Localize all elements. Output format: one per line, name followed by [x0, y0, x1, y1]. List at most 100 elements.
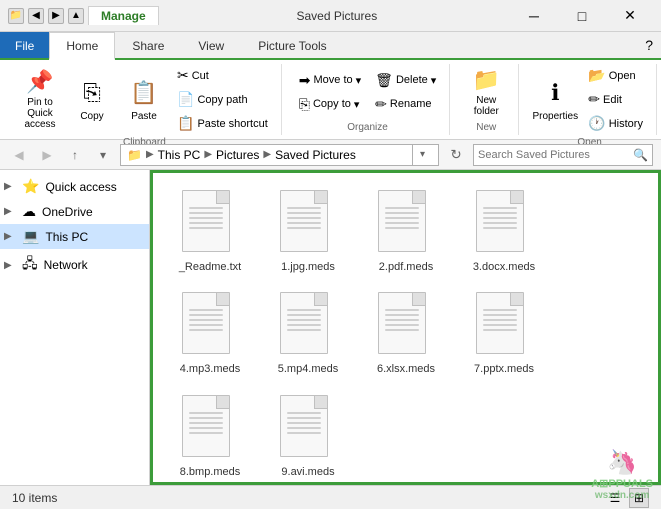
file-name: 4.mp3.meds	[180, 362, 241, 376]
file-name: 9.avi.meds	[281, 465, 334, 479]
tab-share[interactable]: Share	[115, 32, 181, 58]
network-label: Network	[44, 258, 88, 272]
view-controls: ☰ ⊞	[605, 488, 649, 508]
this-pc-chevron: ▶	[4, 231, 16, 242]
address-bar: ◀ ▶ ↑ ▾ 📁 ▶ This PC ▶ Pictures ▶ Saved P…	[0, 140, 661, 170]
this-pc-icon: 💻	[22, 228, 39, 245]
network-icon: 🖧	[22, 253, 38, 277]
status-bar: 10 items ☰ ⊞	[0, 485, 661, 509]
rename-button[interactable]: ✏ Rename	[370, 93, 441, 116]
copy-to-icon: ⎘	[299, 96, 310, 113]
path-saved-pictures: Saved Pictures	[275, 148, 356, 162]
new-folder-label: New folder	[465, 95, 507, 117]
forward-btn-title[interactable]: ▶	[48, 8, 64, 24]
properties-icon: ℹ	[539, 77, 571, 109]
pin-to-quick-access-button[interactable]: 📌 Pin to Quick access	[16, 72, 64, 128]
large-icon-view-button[interactable]: ⊞	[629, 488, 649, 508]
maximize-button[interactable]: □	[559, 2, 605, 30]
paste-label: Paste	[131, 111, 157, 122]
sidebar-item-this-pc[interactable]: ▶ 💻 This PC	[0, 224, 149, 249]
history-button[interactable]: 🕐 History	[583, 112, 648, 135]
copy-to-button[interactable]: ⎘ Copy to ▾	[294, 93, 366, 116]
copy-button[interactable]: ⎘ Copy	[68, 72, 116, 128]
delete-label: Delete	[396, 74, 428, 86]
file-item[interactable]: 8.bmp.meds	[165, 390, 255, 484]
edit-label: Edit	[603, 94, 622, 106]
file-name: 3.docx.meds	[473, 260, 535, 274]
quick-access-btn[interactable]: 📁	[8, 8, 24, 24]
file-icon	[280, 190, 336, 258]
open-small-buttons: 📂 Open ✏ Edit 🕐 History	[583, 64, 648, 135]
move-label: Move to	[314, 74, 353, 86]
file-icon	[182, 190, 238, 258]
address-path[interactable]: 📁 ▶ This PC ▶ Pictures ▶ Saved Pictures …	[120, 144, 439, 166]
sidebar-item-quick-access[interactable]: ▶ ⭐ Quick access	[0, 174, 149, 199]
file-item[interactable]: 9.avi.meds	[263, 390, 353, 484]
sidebar-item-onedrive[interactable]: ▶ ☁ OneDrive	[0, 199, 149, 224]
this-pc-label: This PC	[45, 230, 88, 244]
main-area: ▶ ⭐ Quick access ▶ ☁ OneDrive ▶ 💻 This P…	[0, 170, 661, 485]
file-icon	[182, 292, 238, 360]
manage-tab[interactable]: Manage	[88, 6, 159, 25]
file-item[interactable]: 6.xlsx.meds	[361, 287, 451, 381]
ribbon: 📌 Pin to Quick access ⎘ Copy 📋 Paste ✂ C…	[0, 60, 661, 140]
path-separator-2: ▶	[204, 149, 212, 160]
new-folder-icon: 📁	[470, 67, 502, 93]
copy-label: Copy	[80, 111, 103, 122]
minimize-button[interactable]: ─	[511, 2, 557, 30]
recent-button[interactable]: ▾	[92, 144, 114, 166]
tab-view[interactable]: View	[181, 32, 241, 58]
paste-shortcut-button[interactable]: 📋 Paste shortcut	[172, 112, 273, 135]
paste-shortcut-label: Paste shortcut	[197, 118, 267, 130]
file-item[interactable]: 7.pptx.meds	[459, 287, 549, 381]
cut-label: Cut	[192, 70, 209, 82]
details-view-button[interactable]: ☰	[605, 488, 625, 508]
path-dropdown-button[interactable]: ▾	[412, 144, 432, 166]
file-item[interactable]: 5.mp4.meds	[263, 287, 353, 381]
close-button[interactable]: ✕	[607, 2, 653, 30]
search-box[interactable]: 🔍	[473, 144, 653, 166]
cut-button[interactable]: ✂ Cut	[172, 64, 273, 87]
tab-home[interactable]: Home	[49, 32, 115, 60]
clipboard-buttons: 📌 Pin to Quick access ⎘ Copy 📋 Paste ✂ C…	[16, 64, 273, 135]
file-item[interactable]: 3.docx.meds	[459, 185, 549, 279]
help-icon[interactable]: ?	[645, 32, 661, 58]
file-item[interactable]: 4.mp3.meds	[165, 287, 255, 381]
refresh-button[interactable]: ↻	[445, 144, 467, 166]
paste-button[interactable]: 📋 Paste	[120, 72, 168, 128]
history-label: History	[609, 118, 643, 130]
clipboard-small-buttons: ✂ Cut 📄 Copy path 📋 Paste shortcut	[172, 64, 273, 135]
window-title: Saved Pictures	[163, 9, 511, 23]
pin-label: Pin to Quick access	[19, 97, 61, 130]
paste-icon: 📋	[128, 77, 160, 109]
ribbon-group-organize: ➡ Move to ▾ ⎘ Copy to ▾ 🗑 Delete ▾ ✏	[286, 64, 451, 135]
ribbon-group-open: ℹ Properties 📂 Open ✏ Edit 🕐 History Ope…	[523, 64, 657, 135]
rename-icon: ✏	[375, 96, 387, 113]
file-item[interactable]: 1.jpg.meds	[263, 185, 353, 279]
up-button[interactable]: ↑	[64, 144, 86, 166]
forward-button[interactable]: ▶	[36, 144, 58, 166]
edit-button[interactable]: ✏ Edit	[583, 88, 648, 111]
tab-picture-tools[interactable]: Picture Tools	[241, 32, 343, 58]
move-icon: ➡	[299, 72, 311, 89]
search-input[interactable]	[478, 149, 629, 161]
delete-button[interactable]: 🗑 Delete ▾	[370, 69, 441, 92]
file-item[interactable]: _Readme.txt	[165, 185, 255, 279]
file-page-icon	[378, 292, 426, 354]
new-folder-button[interactable]: 📁 New folder	[462, 64, 510, 120]
file-item[interactable]: 2.pdf.meds	[361, 185, 451, 279]
sidebar-item-network[interactable]: ▶ 🖧 Network	[0, 249, 149, 281]
organize-label: Organize	[347, 122, 388, 135]
back-btn-title[interactable]: ◀	[28, 8, 44, 24]
tab-file[interactable]: File	[0, 32, 49, 58]
move-to-button[interactable]: ➡ Move to ▾	[294, 69, 366, 92]
copy-path-button[interactable]: 📄 Copy path	[172, 88, 273, 111]
up-btn-title[interactable]: ▲	[68, 8, 84, 24]
properties-label: Properties	[533, 111, 579, 122]
properties-button[interactable]: ℹ Properties	[531, 72, 579, 128]
file-name: 6.xlsx.meds	[377, 362, 435, 376]
file-page-icon	[476, 190, 524, 252]
open-button[interactable]: 📂 Open	[583, 64, 648, 87]
file-name: _Readme.txt	[179, 260, 241, 274]
back-button[interactable]: ◀	[8, 144, 30, 166]
